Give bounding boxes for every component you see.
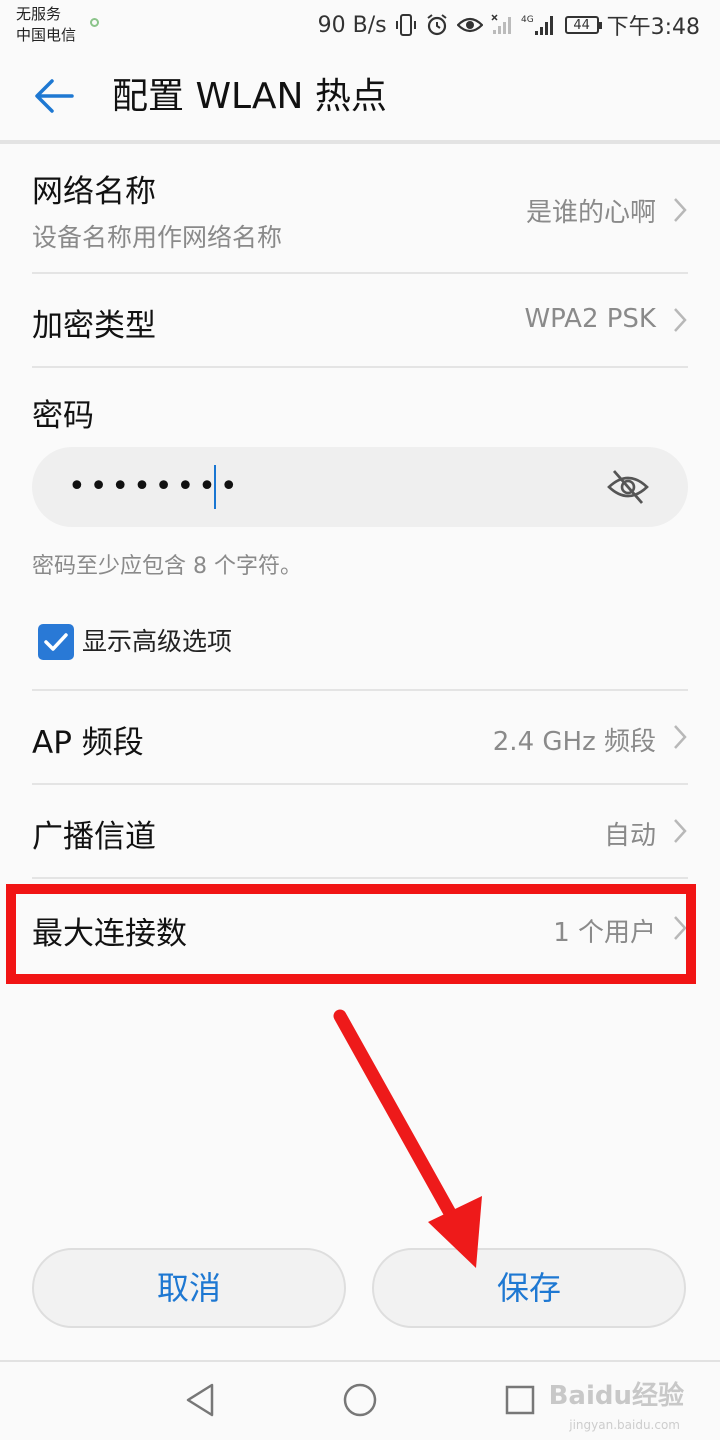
- password-section: 密码: [32, 368, 688, 438]
- checkmark-icon: [44, 633, 68, 651]
- chevron-right-icon: [672, 306, 688, 334]
- signal-sim1-icon: [491, 14, 513, 36]
- carrier-status: 无服务: [16, 5, 62, 23]
- network-name-value: 是谁的心啊: [525, 198, 656, 228]
- vibrate-icon: [395, 13, 417, 37]
- network-name-row[interactable]: 网络名称 设备名称用作网络名称 是谁的心啊: [32, 160, 688, 272]
- ap-band-value: 2.4 GHz 频段: [492, 727, 656, 757]
- network-name-subtitle: 设备名称用作网络名称: [32, 223, 283, 252]
- carrier-info: 无服务 中国电信: [16, 4, 99, 46]
- signal-4g-icon: 4G: [521, 13, 557, 37]
- nav-recents-icon[interactable]: [504, 1384, 536, 1420]
- back-arrow-icon[interactable]: [32, 78, 76, 114]
- net-speed: 90 B/s: [317, 12, 387, 38]
- annotation-highlight-box: [6, 884, 696, 984]
- chevron-right-icon: [672, 723, 688, 751]
- baidu-watermark-url: jingyan.baidu.com: [569, 1418, 680, 1432]
- svg-text:4G: 4G: [521, 15, 534, 25]
- text-cursor: [214, 465, 216, 509]
- password-label: 密码: [32, 398, 94, 434]
- encryption-type-row[interactable]: 加密类型 WPA2 PSK: [32, 274, 688, 366]
- save-button[interactable]: 保存: [372, 1248, 686, 1328]
- battery-icon: 44: [564, 16, 602, 34]
- eye-comfort-icon: [456, 15, 483, 35]
- encryption-type-value: WPA2 PSK: [524, 304, 656, 334]
- cancel-button[interactable]: 取消: [32, 1248, 346, 1328]
- hide-password-icon[interactable]: [606, 467, 650, 507]
- baidu-watermark: Baidu经验: [548, 1381, 684, 1411]
- password-input[interactable]: ••••••••: [32, 447, 688, 527]
- divider: [32, 877, 688, 879]
- ap-band-label: AP 频段: [32, 725, 144, 761]
- broadcast-channel-value: 自动: [603, 821, 656, 851]
- header-divider: [0, 140, 720, 144]
- status-bar: 无服务 中国电信 90 B/s 4G 44 下午3:48: [0, 0, 720, 50]
- broadcast-channel-label: 广播信道: [32, 819, 156, 855]
- alarm-icon: [425, 13, 449, 37]
- nav-back-icon[interactable]: [184, 1382, 216, 1422]
- broadcast-channel-row[interactable]: 广播信道 自动: [32, 785, 688, 877]
- hotspot-indicator-icon: [90, 18, 99, 27]
- clock: 下午3:48: [606, 15, 700, 40]
- network-name-label: 网络名称: [32, 174, 156, 210]
- nav-home-icon[interactable]: [342, 1382, 378, 1422]
- chevron-right-icon: [672, 196, 688, 224]
- chevron-right-icon: [672, 817, 688, 845]
- advanced-options-label[interactable]: 显示高级选项: [82, 624, 232, 660]
- status-icons: 90 B/s 4G 44 下午3:48: [318, 8, 700, 42]
- advanced-options-checkbox[interactable]: [38, 624, 74, 660]
- password-hint: 密码至少应包含 8 个字符。: [32, 554, 302, 579]
- carrier-name: 中国电信: [16, 26, 77, 44]
- ap-band-row[interactable]: AP 频段 2.4 GHz 频段: [32, 691, 688, 783]
- app-header: 配置 WLAN 热点: [0, 50, 720, 140]
- encryption-type-label: 加密类型: [32, 308, 156, 344]
- page-title: 配置 WLAN 热点: [112, 76, 387, 117]
